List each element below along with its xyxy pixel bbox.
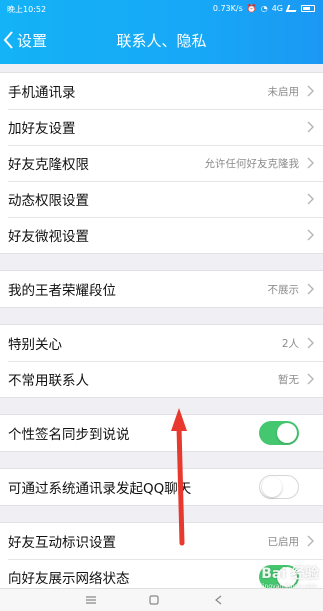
toggle-knob [262,477,282,497]
settings-list: 手机通讯录 未启用加好友设置好友克隆权限 允许任何好友克隆我动态权限设置 好友微视设置… [0,72,323,596]
chevron-right-icon [307,535,314,547]
row-value: 允许任何好友克隆我 [204,157,300,170]
battery-icon [301,5,315,12]
row-label: 加好友设置 [8,121,76,137]
watermark-text: Bai 经验 [261,566,319,582]
chevron-right-icon [307,121,314,133]
settings-row[interactable]: 特别关心 2人 [0,325,323,361]
row-label: 我的王者荣耀段位 [8,283,116,299]
settings-row[interactable]: 加好友设置 [0,109,323,145]
menu-icon[interactable] [84,594,98,606]
toggle-switch[interactable] [259,475,299,499]
wifi-icon: ◔ [260,4,268,13]
chevron-right-icon [307,283,314,295]
network-speed: 0.73K/s [212,4,243,13]
baidu-watermark: Bai 经验 jingyan.baidu.com [261,563,319,590]
settings-group: 可通过系统通讯录发起QQ聊天 [0,468,323,506]
network-type: 4G [271,4,283,13]
chevron-right-icon [307,157,314,169]
settings-row[interactable]: 好友克隆权限 允许任何好友克隆我 [0,145,323,181]
back-nav-icon[interactable] [212,594,226,606]
system-nav-bar [0,588,323,611]
row-value: 暂无 [278,373,299,386]
home-icon[interactable] [147,594,161,606]
top-bar: 晚上10:52 0.73K/s ⏰ ◔ 4G 设置 联系人、隐私 [0,0,323,64]
settings-group: 手机通讯录 未启用加好友设置好友克隆权限 允许任何好友克隆我动态权限设置 好友微视设置 [0,72,323,254]
settings-row[interactable]: 动态权限设置 [0,181,323,217]
status-right: 0.73K/s ⏰ ◔ 4G [213,4,315,13]
row-label: 不常用联系人 [8,373,89,389]
settings-row[interactable]: 手机通讯录 未启用 [0,73,323,109]
row-label: 动态权限设置 [8,193,89,209]
status-time: 晚上10:52 [7,5,47,14]
row-label: 好友克隆权限 [8,157,89,173]
row-value: 不展示 [267,283,300,296]
row-label: 个性签名同步到说说 [8,427,130,443]
chevron-right-icon [307,373,314,385]
settings-group: 特别关心 2人不常用联系人 暂无 [0,324,323,398]
chevron-right-icon [307,337,314,349]
row-value: 已启用 [267,535,300,548]
row-value: 2人 [281,337,299,350]
row-label: 好友互动标识设置 [8,535,116,551]
settings-row[interactable]: 不常用联系人 暂无 [0,361,323,397]
settings-row[interactable]: 个性签名同步到说说 [0,415,323,451]
signal-icon [285,5,299,12]
status-bar: 晚上10:52 0.73K/s ⏰ ◔ 4G [0,0,323,18]
row-label: 可通过系统通讯录发起QQ聊天 [8,481,192,497]
page-title: 联系人、隐私 [116,32,207,50]
settings-row[interactable]: 可通过系统通讯录发起QQ聊天 [0,469,323,505]
row-label: 好友微视设置 [8,229,89,245]
row-value: 未启用 [267,85,300,98]
nav-bar: 设置 联系人、隐私 [0,22,323,58]
settings-row[interactable]: 我的王者荣耀段位 不展示 [0,271,323,307]
toggle-knob [277,423,297,443]
settings-group: 我的王者荣耀段位 不展示 [0,270,323,308]
settings-row[interactable]: 好友微视设置 [0,217,323,253]
toggle-switch[interactable] [259,421,299,445]
row-label: 手机通讯录 [8,85,76,101]
chevron-right-icon [307,193,314,205]
row-label: 特别关心 [8,337,62,353]
chevron-right-icon [307,229,314,241]
chevron-right-icon [307,85,314,97]
settings-group: 个性签名同步到说说 [0,414,323,452]
settings-row[interactable]: 好友互动标识设置 已启用 [0,523,323,559]
row-label: 向好友展示网络状态 [8,571,130,587]
alarm-icon: ⏰ [246,4,257,13]
